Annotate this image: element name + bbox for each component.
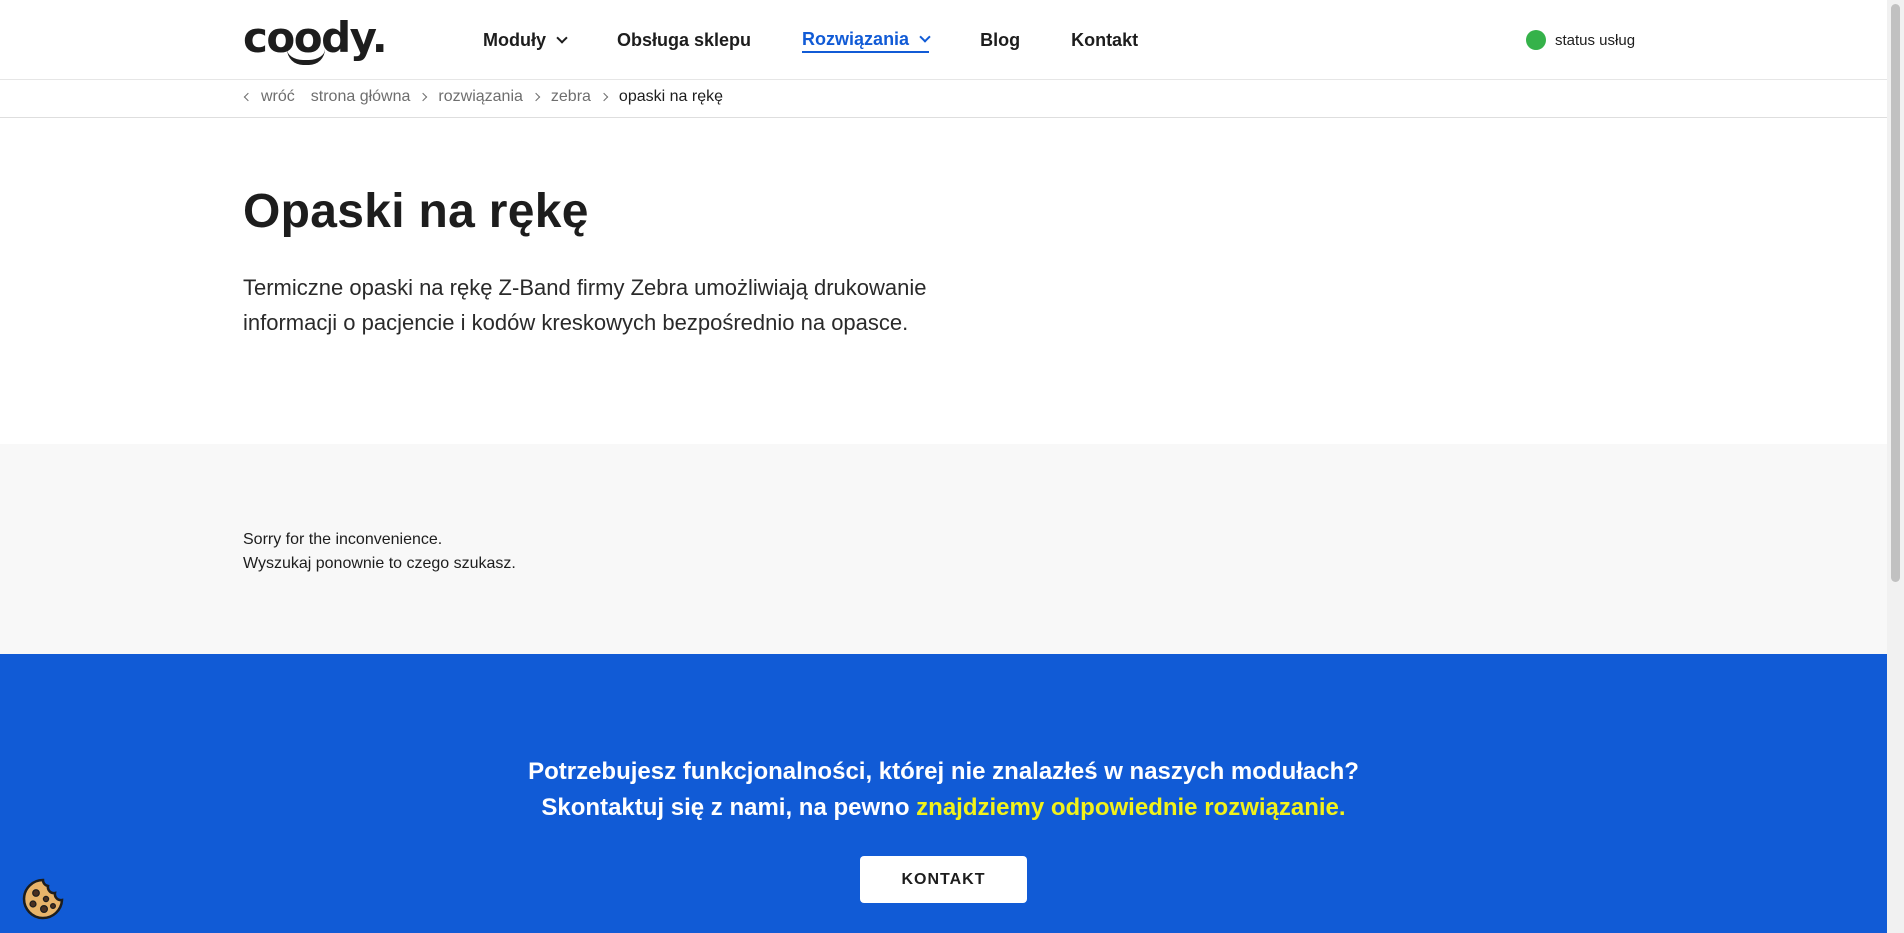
nav-item-label: Obsługa sklepu <box>617 29 752 50</box>
nav-item-blog[interactable]: Blog <box>980 27 1020 53</box>
notice-section: Sorry for the inconvenience. Wyszukaj po… <box>0 444 1887 654</box>
breadcrumb-item-rozwiazania[interactable]: rozwiązania <box>438 88 522 106</box>
logo[interactable]: coody. <box>243 16 388 65</box>
chevron-right-icon <box>531 92 541 102</box>
cta-heading-line-1: Potrzebujesz funkcjonalności, której nie… <box>528 758 1359 785</box>
breadcrumb-inner: wróć strona główna rozwiązania zebra opa… <box>243 88 723 106</box>
breadcrumb: wróć strona główna rozwiązania zebra opa… <box>0 80 1887 118</box>
breadcrumb-item-home[interactable]: strona główna <box>311 88 411 106</box>
nav-item-label: Moduły <box>483 29 546 50</box>
breadcrumb-item-zebra[interactable]: zebra <box>551 88 591 106</box>
kontakt-button[interactable]: KONTAKT <box>860 856 1027 903</box>
notice-text: Sorry for the inconvenience. Wyszukaj po… <box>243 528 516 576</box>
status-label: status usług <box>1555 31 1636 49</box>
chevron-down-icon <box>556 31 568 44</box>
logo-smile-icon <box>287 49 325 65</box>
page-title: Opaski na rękę <box>243 185 589 238</box>
scrollbar-thumb[interactable] <box>1891 4 1900 582</box>
notice-line-1: Sorry for the inconvenience. <box>243 531 443 548</box>
chevron-left-icon <box>243 92 253 102</box>
cta-heading-line-2: Skontaktuj się z nami, na pewno znajdzie… <box>0 794 1887 822</box>
notice-line-2: Wyszukaj ponownie to czego szukasz. <box>243 555 516 572</box>
site-header: coody. Moduły Obsługa sklepu Rozwiązania… <box>0 0 1887 80</box>
nav-item-label: Blog <box>980 29 1021 50</box>
nav-item-rozwiazania[interactable]: Rozwiązania <box>802 27 931 53</box>
contact-cta-section: Potrzebujesz funkcjonalności, której nie… <box>0 654 1887 933</box>
main-nav: Moduły Obsługa sklepu Rozwiązania Blog K… <box>483 27 1189 53</box>
status-dot-icon <box>1526 30 1546 50</box>
nav-item-label: Rozwiązania <box>802 28 910 49</box>
breadcrumb-back-link[interactable]: wróć <box>261 88 295 106</box>
breadcrumb-current: opaski na rękę <box>618 88 723 105</box>
cta-highlight: znajdziemy odpowiednie rozwiązanie. <box>916 794 1346 821</box>
service-status-link[interactable]: status usług <box>1526 30 1635 50</box>
nav-item-label: Kontakt <box>1071 29 1139 50</box>
nav-item-kontakt[interactable]: Kontakt <box>1071 27 1138 53</box>
cta-line-2-prefix: Skontaktuj się z nami, na pewno <box>541 794 917 821</box>
cookie-icon[interactable] <box>22 878 64 920</box>
nav-item-obsluga-sklepu[interactable]: Obsługa sklepu <box>617 27 751 53</box>
page-description: Termiczne opaski na rękę Z-Band firmy Ze… <box>243 275 927 335</box>
chevron-right-icon <box>599 92 609 102</box>
page: coody. Moduły Obsługa sklepu Rozwiązania… <box>0 0 1887 933</box>
vertical-scrollbar[interactable] <box>1887 0 1904 933</box>
nav-item-moduly[interactable]: Moduły <box>483 27 568 53</box>
chevron-down-icon <box>919 30 931 43</box>
chevron-right-icon <box>419 92 428 102</box>
